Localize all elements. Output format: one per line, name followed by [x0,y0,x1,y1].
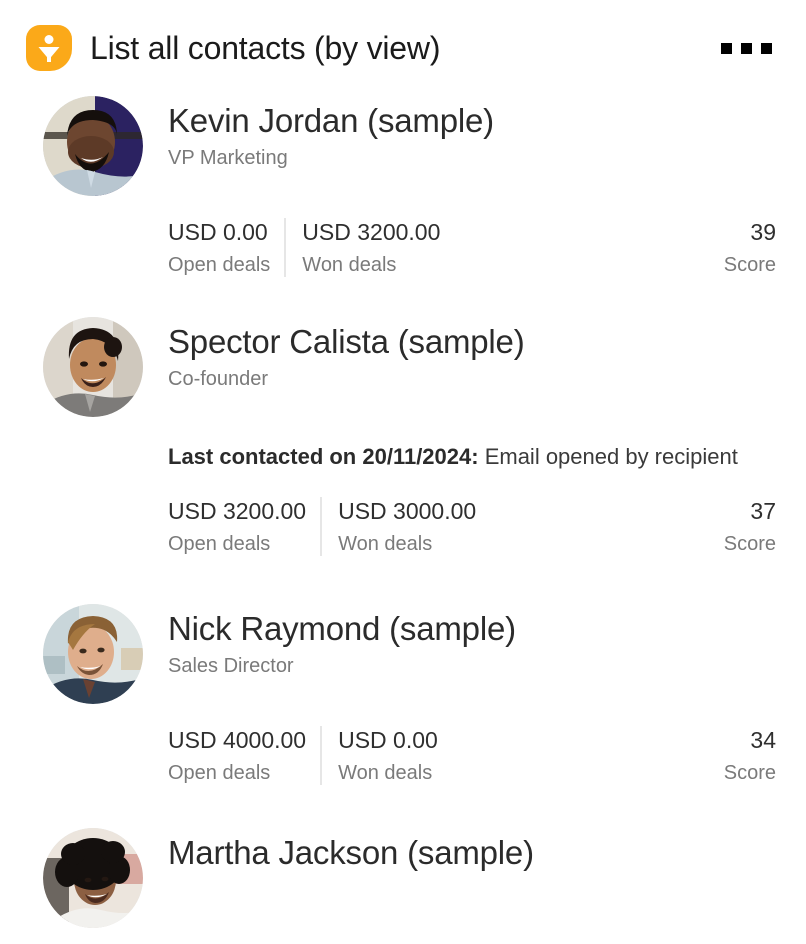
contact-name: Kevin Jordan (sample) [168,102,494,139]
metric-score: 39 Score [724,218,776,277]
won-deals-value: USD 3000.00 [338,498,477,525]
contact-role: Co-founder [168,367,269,390]
contact-header: Spector Calista (sample) Co-founder [43,316,776,417]
won-deals-label: Won deals [338,532,433,555]
more-options-dot-3 [761,42,772,54]
score-label: Score [723,532,776,555]
won-deals-label: Won deals [302,253,397,276]
app-header: List all contacts (by view) [0,0,806,96]
score-value: 39 [750,219,776,245]
contact-card[interactable]: Kevin Jordan (sample) VP Marketing USD 0… [0,96,806,277]
contact-name: Spector Calista (sample) [168,322,525,360]
open-deals-value: USD 4000.00 [168,726,307,753]
funnel-filter-icon [26,25,72,71]
contact-identity: Kevin Jordan (sample) VP Marketing [168,96,494,170]
contact-identity: Martha Jackson (sample) [168,828,534,872]
avatar [43,827,143,928]
won-deals-value: USD 0.00 [338,726,438,753]
won-deals-value: USD 3200.00 [302,219,441,245]
more-options-button[interactable] [717,33,776,64]
card-spacer [0,785,806,828]
more-options-dot-1 [721,42,732,54]
contact-metrics: USD 3200.00 Open deals USD 3000.00 Won d… [168,497,776,556]
open-deals-label: Open deals [168,532,271,555]
score-label: Score [723,253,776,276]
contact-header: Martha Jackson (sample) [43,827,776,928]
contact-role: VP Marketing [168,146,288,169]
metric-open-deals: USD 3200.00 Open deals [168,497,320,556]
contact-name: Martha Jackson (sample) [168,833,534,871]
contact-identity: Nick Raymond (sample) Sales Director [168,604,516,678]
score-value: 37 [750,498,776,525]
contact-header: Kevin Jordan (sample) VP Marketing [43,96,776,196]
score-value: 34 [750,726,776,753]
avatar [43,316,143,417]
contact-card[interactable]: Spector Calista (sample) Co-founder Last… [0,316,806,556]
card-spacer [0,277,806,317]
contact-identity: Spector Calista (sample) Co-founder [168,317,525,391]
open-deals-value: USD 3200.00 [168,498,307,525]
metric-score: 37 Score [724,497,776,556]
metric-won-deals: USD 3000.00 Won deals [320,497,476,556]
metric-score: 34 Score [724,726,776,785]
page-title: List all contacts (by view) [90,29,441,66]
open-deals-label: Open deals [168,253,271,276]
contact-header: Nick Raymond (sample) Sales Director [43,603,776,704]
more-options-dot-2 [741,42,752,54]
contact-card[interactable]: Martha Jackson (sample) [0,827,806,928]
contact-card[interactable]: Nick Raymond (sample) Sales Director USD… [0,603,806,785]
open-deals-value: USD 0.00 [168,219,268,245]
contact-list[interactable]: Kevin Jordan (sample) VP Marketing USD 0… [0,96,806,928]
card-spacer [0,556,806,604]
contact-name: Nick Raymond (sample) [168,609,516,647]
metric-won-deals: USD 3200.00 Won deals [284,218,440,277]
metric-open-deals: USD 0.00 Open deals [168,218,284,277]
metric-open-deals: USD 4000.00 Open deals [168,726,320,785]
last-contacted-note: Last contacted on 20/11/2024: Email open… [168,438,748,475]
metric-won-deals: USD 0.00 Won deals [320,725,438,785]
contact-metrics: USD 4000.00 Open deals USD 0.00 Won deal… [168,725,776,785]
avatar [43,96,143,196]
contact-metrics: USD 0.00 Open deals USD 3200.00 Won deal… [168,218,776,277]
contact-role: Sales Director [168,654,294,677]
last-contacted-detail: Email opened by recipient [478,443,738,469]
won-deals-label: Won deals [338,761,433,784]
avatar [43,603,143,704]
open-deals-label: Open deals [168,761,271,784]
last-contacted-label: Last contacted on 20/11/2024: [168,443,479,469]
score-label: Score [723,761,776,784]
